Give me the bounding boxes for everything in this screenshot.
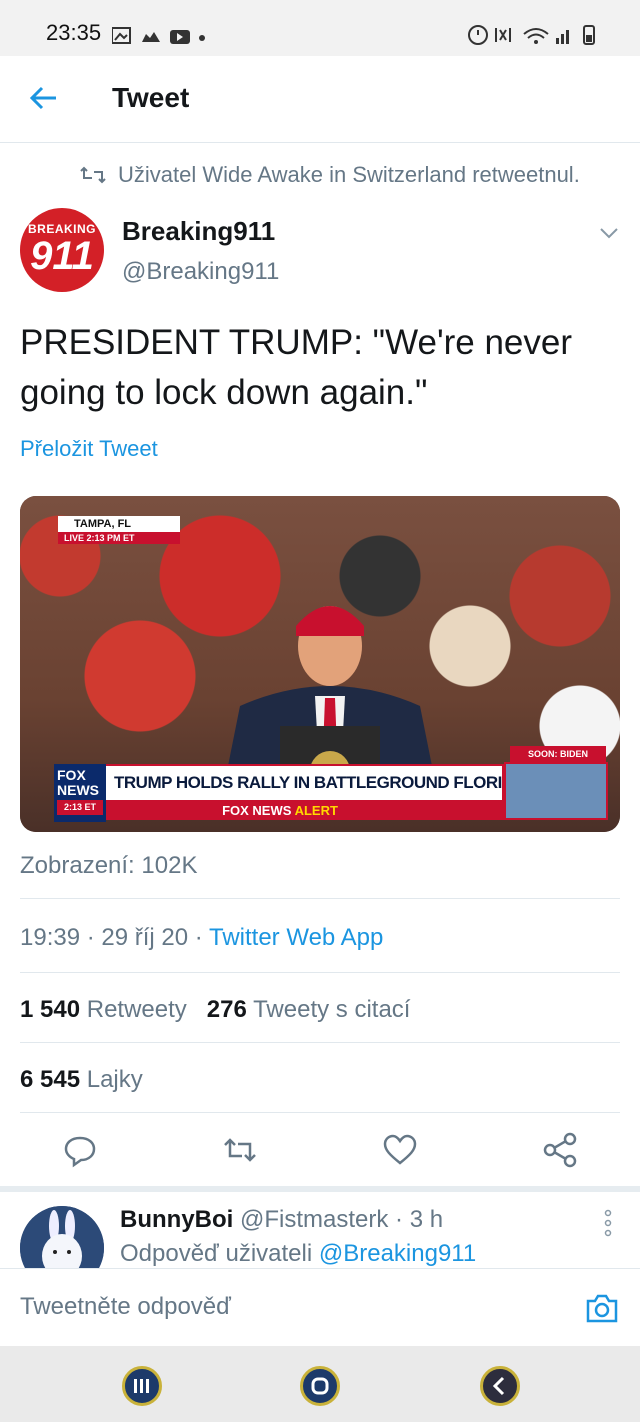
location-label: TAMPA, FL xyxy=(58,516,180,532)
system-status-icons xyxy=(468,25,595,45)
divider xyxy=(20,898,620,899)
retweet-count: 1 540 xyxy=(20,996,81,1023)
divider xyxy=(20,1112,620,1113)
page-title: Tweet xyxy=(112,82,190,113)
like-count-link[interactable]: 6 545 Lajky xyxy=(20,1066,143,1094)
alert-bar: FOX NEWS ALERT xyxy=(56,802,504,820)
reply-to-handle[interactable]: @Breaking911 xyxy=(319,1240,476,1267)
source-app-link[interactable]: Twitter Web App xyxy=(209,924,383,951)
like-icon[interactable] xyxy=(380,1130,420,1170)
notification-icons xyxy=(112,27,205,44)
recent-apps-button[interactable] xyxy=(122,1366,162,1406)
alert-bar-label: ALERT xyxy=(294,803,338,818)
fox-news-logo-time: 2:13 ET xyxy=(57,800,103,815)
reply-author-meta: @Fistmasterk · 3 h xyxy=(240,1206,444,1233)
tweet-text: PRESIDENT TRUMP: "We're never going to l… xyxy=(20,323,573,412)
fox-news-logo: FOX NEWS 2:13 ET xyxy=(54,764,106,822)
news-chyron: TRUMP HOLDS RALLY IN BATTLEGROUND FLORID… xyxy=(56,764,504,802)
quote-count: 276 xyxy=(206,996,247,1023)
reply-author-name: BunnyBoi xyxy=(120,1206,234,1233)
like-count: 6 545 xyxy=(20,1066,81,1093)
reply-author-line[interactable]: BunnyBoi @Fistmasterk · 3 h xyxy=(120,1206,443,1234)
alert-bar-network: FOX NEWS xyxy=(222,803,292,818)
home-button[interactable] xyxy=(300,1366,340,1406)
timestamp-text: 19:39 · 29 říj 20 · xyxy=(20,924,209,951)
reply-composer[interactable]: Tweetněte odpověď xyxy=(0,1268,640,1347)
author-avatar[interactable]: BREAKING 911 xyxy=(20,208,104,292)
tweet-media-image[interactable]: TAMPA, FL LIVE 2:13 PM ET SOON: BIDEN SP… xyxy=(20,496,620,832)
divider xyxy=(20,972,620,973)
location-banner: TAMPA, FL LIVE 2:13 PM ET xyxy=(58,516,180,546)
fox-news-logo-text: FOX NEWS xyxy=(57,767,99,798)
reply-icon[interactable] xyxy=(60,1130,100,1170)
retweet-icon xyxy=(80,166,106,184)
retweet-icon[interactable] xyxy=(220,1130,260,1170)
camera-icon[interactable] xyxy=(584,1291,620,1325)
section-separator xyxy=(0,1186,640,1192)
status-time: 23:35 xyxy=(46,20,102,45)
retweet-context[interactable]: Uživatel Wide Awake in Switzerland retwe… xyxy=(80,162,580,188)
back-button[interactable] xyxy=(480,1366,520,1406)
quote-count-link[interactable]: 276 Tweety s citací xyxy=(207,996,411,1023)
soon-banner: SOON: BIDEN SPEAKS xyxy=(510,746,606,775)
reply-prefix: Odpověď uživateli xyxy=(120,1240,313,1267)
translate-tweet-link[interactable]: Přeložit Tweet xyxy=(20,436,158,462)
chevron-down-icon[interactable] xyxy=(598,222,620,244)
reply-context: Odpověď uživateli @Breaking911 xyxy=(120,1240,476,1268)
recent-apps-icon xyxy=(134,1379,149,1393)
back-arrow-icon[interactable] xyxy=(26,80,62,116)
avatar-logo-number: 911 xyxy=(30,234,94,278)
tweet-actions xyxy=(0,1130,640,1176)
tweet-timestamp: 19:39 · 29 říj 20 · Twitter Web App xyxy=(20,924,383,952)
quote-count-label: Tweety s citací xyxy=(253,996,411,1023)
share-icon[interactable] xyxy=(540,1130,580,1170)
retweet-count-label: Retweety xyxy=(86,996,187,1023)
system-nav-bar xyxy=(0,1346,640,1422)
back-nav-icon xyxy=(492,1376,505,1396)
home-icon xyxy=(311,1377,329,1395)
view-count: Zobrazení: 102K xyxy=(20,852,198,879)
like-count-label: Lajky xyxy=(86,1066,143,1093)
status-bar: 23:35 xyxy=(0,0,640,56)
author-handle[interactable]: @Breaking911 xyxy=(122,258,279,286)
more-icon[interactable] xyxy=(598,1206,618,1240)
retweeted-by-text: Uživatel Wide Awake in Switzerland retwe… xyxy=(118,162,580,187)
retweet-count-link[interactable]: 1 540 Retweety xyxy=(20,996,187,1023)
reply-input-placeholder[interactable]: Tweetněte odpověď xyxy=(20,1293,231,1321)
author-name[interactable]: Breaking911 xyxy=(122,216,275,247)
app-header: Tweet xyxy=(0,56,640,143)
live-label: LIVE 2:13 PM ET xyxy=(58,532,180,544)
inset-video xyxy=(504,762,608,820)
retweet-stats: 1 540 Retweety 276 Tweety s citací xyxy=(20,996,410,1024)
divider xyxy=(20,1042,620,1043)
